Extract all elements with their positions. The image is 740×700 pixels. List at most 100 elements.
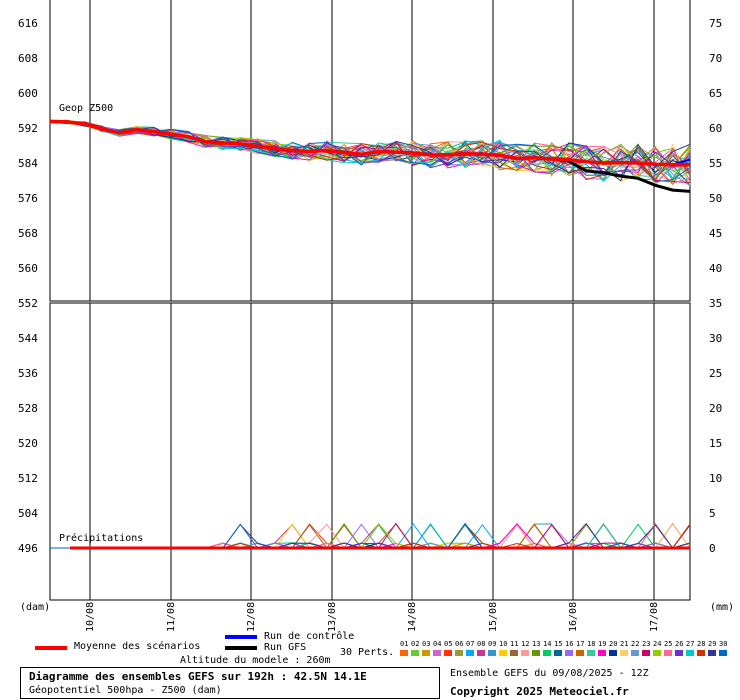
y-tick-left: 536 — [18, 367, 38, 380]
y-tick-left: 520 — [18, 437, 38, 450]
y-tick-left: 544 — [18, 332, 38, 345]
pert-number: 03 — [422, 640, 431, 648]
pert-number: 07 — [466, 640, 475, 648]
pert-swatch — [411, 650, 419, 656]
y-tick-right: 50 — [709, 192, 722, 205]
y-tick-left: 600 — [18, 87, 38, 100]
pert-number: 24 — [653, 640, 662, 648]
left-unit: (dam) — [20, 602, 50, 613]
pert-number: 22 — [631, 640, 640, 648]
pert-swatch — [565, 650, 573, 656]
pert-swatch — [455, 650, 463, 656]
pert-number: 11 — [510, 640, 519, 648]
pert-number: 25 — [664, 640, 673, 648]
pert-swatch — [521, 650, 529, 656]
x-tick-label: 15/08 — [488, 602, 499, 632]
y-tick-right: 5 — [709, 507, 716, 520]
x-tick-label: 13/08 — [327, 602, 338, 632]
pert-number: 28 — [697, 640, 706, 648]
pert-swatch — [653, 650, 661, 656]
y-tick-left: 608 — [18, 52, 38, 65]
gfs-legend-label: Run GFS — [264, 642, 307, 653]
pert-number: 17 — [576, 640, 585, 648]
perturbation-lines — [49, 119, 691, 549]
pert-number: 06 — [455, 640, 464, 648]
top-panel-label: Geop Z500 — [59, 103, 113, 114]
y-tick-right: 70 — [709, 52, 722, 65]
gfs-legend-swatch — [225, 646, 257, 650]
pert-swatch — [433, 650, 441, 656]
y-tick-right: 40 — [709, 262, 722, 275]
grid — [49, 0, 691, 601]
pert-swatch — [499, 650, 507, 656]
pert-precip-line — [50, 522, 691, 549]
y-tick-right: 65 — [709, 87, 722, 100]
x-tick-label: 14/08 — [407, 602, 418, 632]
y-tick-right: 25 — [709, 367, 722, 380]
pert-swatch — [620, 650, 628, 656]
x-tick-label: 10/08 — [85, 602, 96, 632]
y-tick-right: 75 — [709, 17, 722, 30]
y-tick-right: 20 — [709, 402, 722, 415]
pert-number: 16 — [565, 640, 574, 648]
pert-number: 23 — [642, 640, 651, 648]
pert-swatch — [609, 650, 617, 656]
mean-legend-swatch — [35, 646, 67, 650]
pert-swatch — [488, 650, 496, 656]
ensemble-label: Ensemble GEFS du 09/08/2025 - 12Z — [450, 668, 649, 679]
control-legend-label: Run de contrôle — [264, 631, 355, 642]
pert-swatch — [686, 650, 694, 656]
bottom-panel-frame — [49, 302, 691, 601]
pert-swatch — [587, 650, 595, 656]
y-tick-left: 504 — [18, 507, 38, 520]
y-tick-right: 30 — [709, 332, 722, 345]
pert-swatch — [543, 650, 551, 656]
y-tick-left: 552 — [18, 297, 38, 310]
gefs-chart: 10/08 11/08 12/08 13/08 14/08 15/08 16/08 17/08… — [18, 0, 734, 632]
y-tick-left: 584 — [18, 157, 38, 170]
y-tick-right: 45 — [709, 227, 722, 240]
pert-swatch — [664, 650, 672, 656]
y-tick-left: 560 — [18, 262, 38, 275]
pert-swatch — [444, 650, 452, 656]
pert-number: 13 — [532, 640, 541, 648]
info-box: Diagramme des ensembles GEFS sur 192h : … — [20, 667, 440, 699]
pert-number: 15 — [554, 640, 563, 648]
x-tick-label: 12/08 — [246, 602, 257, 632]
bottom-panel-label: Précipitations — [59, 532, 143, 544]
y-tick-right: 15 — [709, 437, 722, 450]
y-tick-right: 55 — [709, 157, 722, 170]
pert-number: 02 — [411, 640, 420, 648]
y-tick-left: 528 — [18, 402, 38, 415]
pert-swatch — [400, 650, 408, 656]
pert-swatch — [697, 650, 705, 656]
x-tick-label: 16/08 — [568, 602, 579, 632]
pert-number: 21 — [620, 640, 629, 648]
pert-swatch — [576, 650, 584, 656]
y-tick-right: 10 — [709, 472, 722, 485]
y-tick-left: 576 — [18, 192, 38, 205]
pert-number: 27 — [686, 640, 695, 648]
y-tick-left: 616 — [18, 17, 38, 30]
y-tick-right: 35 — [709, 297, 722, 310]
pert-swatch — [510, 650, 518, 656]
pert-number: 14 — [543, 640, 552, 648]
y-tick-left: 496 — [18, 542, 38, 555]
pert-number: 05 — [444, 640, 453, 648]
mean-legend-label: Moyenne des scénarios — [74, 641, 201, 652]
pert-swatch — [708, 650, 716, 656]
main-lines — [49, 119, 691, 550]
pert-swatch — [719, 650, 727, 656]
pert-swatch — [554, 650, 562, 656]
pert-number: 09 — [488, 640, 497, 648]
altitude-label: Altitude du modele : 260m — [180, 655, 331, 666]
pert-number: 04 — [433, 640, 442, 648]
pert-number: 12 — [521, 640, 530, 648]
y-tick-left: 568 — [18, 227, 38, 240]
pert-swatch — [422, 650, 430, 656]
y-tick-left: 592 — [18, 122, 38, 135]
pert-swatch — [642, 650, 650, 656]
control-legend-swatch — [225, 635, 257, 639]
x-tick-label: 11/08 — [166, 602, 177, 632]
right-unit: (mm) — [710, 602, 734, 613]
